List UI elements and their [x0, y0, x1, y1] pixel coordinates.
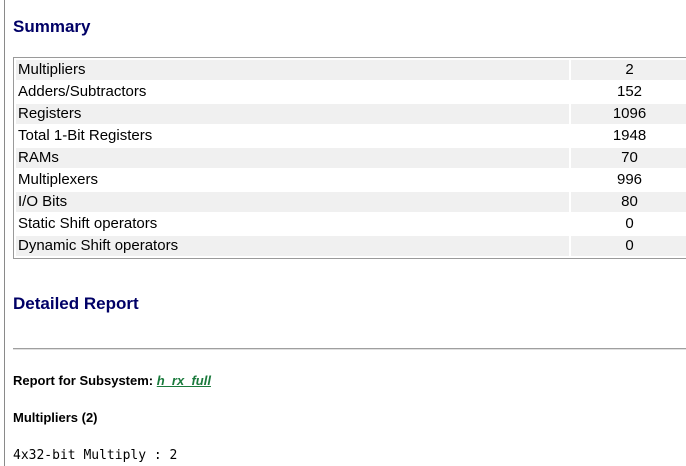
summary-row-label: Registers — [16, 104, 569, 124]
subsystem-line: Report for Subsystem: h_rx_full — [13, 373, 211, 388]
summary-row-label: Total 1-Bit Registers — [18, 127, 153, 144]
summary-table: Multipliers 2 Adders/Subtractors 152 Registe… — [13, 57, 686, 259]
summary-row-label: RAMs — [16, 148, 569, 168]
summary-row-value: 2 — [571, 60, 686, 80]
summary-row-label: Static Shift operators — [18, 215, 158, 232]
summary-row-value: 1096 — [571, 104, 686, 124]
subsystem-label: Report for Subsystem: — [13, 373, 154, 388]
summary-row: Static Shift operators 0 — [16, 214, 686, 234]
summary-row-label: Multipliers — [16, 60, 569, 80]
summary-row-value: 0 — [571, 236, 686, 256]
left-border — [4, 0, 5, 466]
summary-row: Multiplexers 996 — [16, 170, 686, 190]
section-divider — [13, 348, 686, 350]
summary-row-value: 1948 — [612, 127, 647, 144]
summary-row-label: I/O Bits — [16, 192, 569, 212]
summary-row: Registers 1096 — [16, 104, 686, 124]
summary-row-label: Multiplexers — [18, 171, 99, 188]
summary-row-label: Adders/Subtractors — [18, 83, 147, 100]
summary-row-value: 996 — [616, 171, 643, 188]
summary-row-value: 0 — [625, 215, 634, 232]
multiplier-entry: 4x32-bit Multiply : 2 — [13, 448, 178, 463]
summary-row: I/O Bits 80 — [16, 192, 686, 212]
summary-row-value: 70 — [571, 148, 686, 168]
summary-heading: Summary — [13, 17, 91, 36]
summary-row: Multipliers 2 — [16, 60, 686, 80]
subsystem-link[interactable]: h_rx_full — [157, 373, 211, 388]
summary-row: Adders/Subtractors 152 — [16, 82, 686, 102]
summary-row: Dynamic Shift operators 0 — [16, 236, 686, 256]
summary-row: RAMs 70 — [16, 148, 686, 168]
summary-row-label: Dynamic Shift operators — [16, 236, 569, 256]
multipliers-heading: Multipliers (2) — [13, 410, 98, 425]
summary-row-value: 152 — [616, 83, 643, 100]
summary-row-value: 80 — [571, 192, 686, 212]
summary-row: Total 1-Bit Registers 1948 — [16, 126, 686, 146]
detailed-report-heading: Detailed Report — [13, 294, 139, 313]
